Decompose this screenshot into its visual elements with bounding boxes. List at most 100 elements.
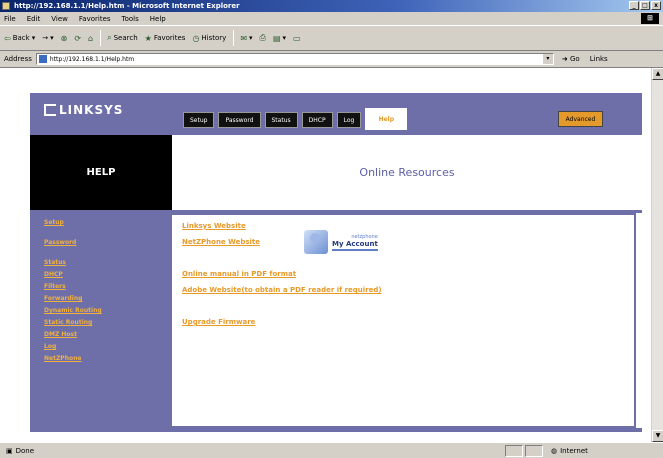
menu-help[interactable]: Help bbox=[150, 15, 166, 23]
linksys-website-link[interactable]: Linksys Website bbox=[182, 218, 634, 234]
my-account-text: netzphone My Account bbox=[332, 234, 378, 251]
history-button[interactable]: ◷ History bbox=[192, 34, 226, 43]
sidebar-item-dmz-host[interactable]: DMZ Host bbox=[44, 329, 172, 341]
user-figure-icon bbox=[304, 230, 328, 254]
minimize-button[interactable]: _ bbox=[629, 1, 639, 10]
toolbar-separator bbox=[233, 30, 235, 46]
stop-icon: ⊗ bbox=[60, 33, 68, 43]
links-button[interactable]: Links bbox=[590, 55, 608, 63]
window-title: http://192.168.1.1/Help.htm - Microsoft … bbox=[14, 2, 240, 10]
linksys-header-band: LINKSYS Setup Password Status DHCP Log H… bbox=[30, 93, 642, 135]
favorites-label: Favorites bbox=[153, 34, 186, 42]
sidebar-item-status[interactable]: Status bbox=[44, 257, 172, 269]
back-arrow-icon: ⇦ bbox=[4, 33, 11, 43]
address-input[interactable]: http://192.168.1.1/Help.htm ▾ bbox=[35, 53, 554, 65]
menu-file[interactable]: File bbox=[4, 15, 16, 23]
scroll-up-icon[interactable]: ▲ bbox=[652, 68, 663, 80]
menu-view[interactable]: View bbox=[51, 15, 68, 23]
sidebar-item-static-routing[interactable]: Static Routing bbox=[44, 317, 172, 329]
search-icon: ⌕ bbox=[107, 33, 112, 42]
page-title-box: Online Resources bbox=[172, 135, 642, 210]
bottom-divider bbox=[30, 428, 642, 432]
sidebar-item-forwarding[interactable]: Forwarding bbox=[44, 293, 172, 305]
history-icon: ◷ bbox=[192, 33, 200, 43]
sidebar-item-dhcp[interactable]: DHCP bbox=[44, 269, 172, 281]
mail-button[interactable]: ✉ ▾ bbox=[240, 34, 252, 43]
home-icon: ⌂ bbox=[88, 33, 94, 43]
tab-dhcp[interactable]: DHCP bbox=[301, 112, 333, 128]
upgrade-firmware-link[interactable]: Upgrade Firmware bbox=[182, 314, 634, 330]
forward-button[interactable]: → ▾ bbox=[42, 34, 53, 42]
sidebar-item-netzphone[interactable]: NetZPhone bbox=[44, 353, 172, 365]
menu-tools[interactable]: Tools bbox=[122, 15, 139, 23]
stop-button[interactable]: ⊗ bbox=[61, 34, 68, 43]
close-button[interactable]: x bbox=[651, 1, 661, 10]
sidebar-item-setup[interactable]: Setup bbox=[44, 217, 172, 229]
maximize-button[interactable]: □ bbox=[640, 1, 650, 10]
window-titlebar: http://192.168.1.1/Help.htm - Microsoft … bbox=[0, 0, 663, 12]
tab-help[interactable]: Help bbox=[365, 108, 408, 130]
favorites-icon: ★ bbox=[144, 33, 152, 43]
status-text: Done bbox=[15, 446, 35, 455]
menu-edit[interactable]: Edit bbox=[27, 15, 41, 23]
favorites-button[interactable]: ★ Favorites bbox=[145, 34, 186, 43]
address-bar: Address http://192.168.1.1/Help.htm ▾ ➜ … bbox=[0, 51, 663, 68]
sidebar-item-filters[interactable]: Filters bbox=[44, 281, 172, 293]
my-account-label: My Account bbox=[332, 239, 378, 248]
menu-bar: File Edit View Favorites Tools Help ⊞ bbox=[0, 12, 663, 25]
page-icon bbox=[38, 55, 47, 63]
window-controls: _ □ x bbox=[629, 1, 661, 10]
back-button[interactable]: ⇦ Back ▾ bbox=[4, 34, 35, 43]
ie-page-icon bbox=[2, 2, 10, 10]
sidebar-item-password[interactable]: Password bbox=[44, 237, 172, 249]
page-title: Online Resources bbox=[359, 166, 455, 179]
tab-password[interactable]: Password bbox=[218, 112, 261, 128]
history-label: History bbox=[201, 34, 227, 42]
forward-arrow-icon: → bbox=[42, 34, 49, 42]
mail-icon: ✉ bbox=[240, 33, 248, 43]
menu-favorites[interactable]: Favorites bbox=[79, 15, 111, 23]
chevron-down-icon: ▾ bbox=[249, 34, 253, 42]
toolbar-separator bbox=[100, 30, 102, 46]
search-label: Search bbox=[113, 34, 138, 42]
standard-toolbar: ⇦ Back ▾ → ▾ ⊗ ⟳ ⌂ ⌕ Search ★ Favorites ◷ Hist… bbox=[0, 25, 663, 51]
tab-status[interactable]: Status bbox=[264, 112, 298, 128]
edit-button[interactable]: ▤ ▾ bbox=[273, 34, 286, 43]
address-url: http://192.168.1.1/Help.htm bbox=[49, 55, 135, 63]
tab-setup[interactable]: Setup bbox=[183, 112, 215, 128]
scroll-down-icon[interactable]: ▼ bbox=[652, 430, 663, 442]
print-button[interactable]: ⎙ bbox=[260, 33, 266, 43]
sidebar-item-log[interactable]: Log bbox=[44, 341, 172, 353]
chevron-down-icon: ▾ bbox=[282, 34, 287, 42]
zone-label: Internet bbox=[560, 446, 588, 455]
advanced-button[interactable]: Advanced bbox=[558, 111, 603, 127]
refresh-button[interactable]: ⟳ bbox=[74, 34, 81, 43]
windows-logo-icon: ⊞ bbox=[641, 13, 659, 24]
discuss-icon: ▭ bbox=[293, 33, 301, 43]
netzphone-website-link[interactable]: NetZPhone Website bbox=[182, 234, 634, 250]
manual-pdf-link[interactable]: Online manual in PDF format bbox=[182, 266, 634, 282]
my-account-badge[interactable]: netzphone My Account bbox=[304, 229, 404, 255]
chevron-down-icon[interactable]: ▾ bbox=[542, 54, 553, 64]
go-button[interactable]: ➜ Go bbox=[562, 55, 580, 63]
edit-icon: ▤ bbox=[272, 33, 281, 43]
linksys-logo: LINKSYS bbox=[44, 103, 123, 117]
home-button[interactable]: ⌂ bbox=[88, 34, 93, 43]
help-label-box: HELP bbox=[30, 135, 172, 210]
tab-log[interactable]: Log bbox=[336, 112, 362, 128]
refresh-icon: ⟳ bbox=[74, 33, 82, 43]
help-label: HELP bbox=[86, 167, 116, 178]
discuss-button[interactable]: ▭ bbox=[293, 34, 301, 43]
globe-icon: ◍ bbox=[551, 446, 558, 455]
sidebar-item-dynamic-routing[interactable]: Dynamic Routing bbox=[44, 305, 172, 317]
search-button[interactable]: ⌕ Search bbox=[107, 33, 138, 43]
adobe-website-link[interactable]: Adobe Website(to obtain a PDF reader if … bbox=[182, 282, 634, 298]
vertical-scrollbar[interactable]: ▲ ▼ bbox=[651, 68, 663, 442]
status-cell bbox=[505, 444, 523, 457]
address-label: Address bbox=[4, 55, 32, 63]
done-page-icon: ▣ bbox=[6, 446, 13, 455]
back-label: Back bbox=[12, 34, 30, 42]
status-text-area: ▣ Done bbox=[0, 447, 505, 455]
